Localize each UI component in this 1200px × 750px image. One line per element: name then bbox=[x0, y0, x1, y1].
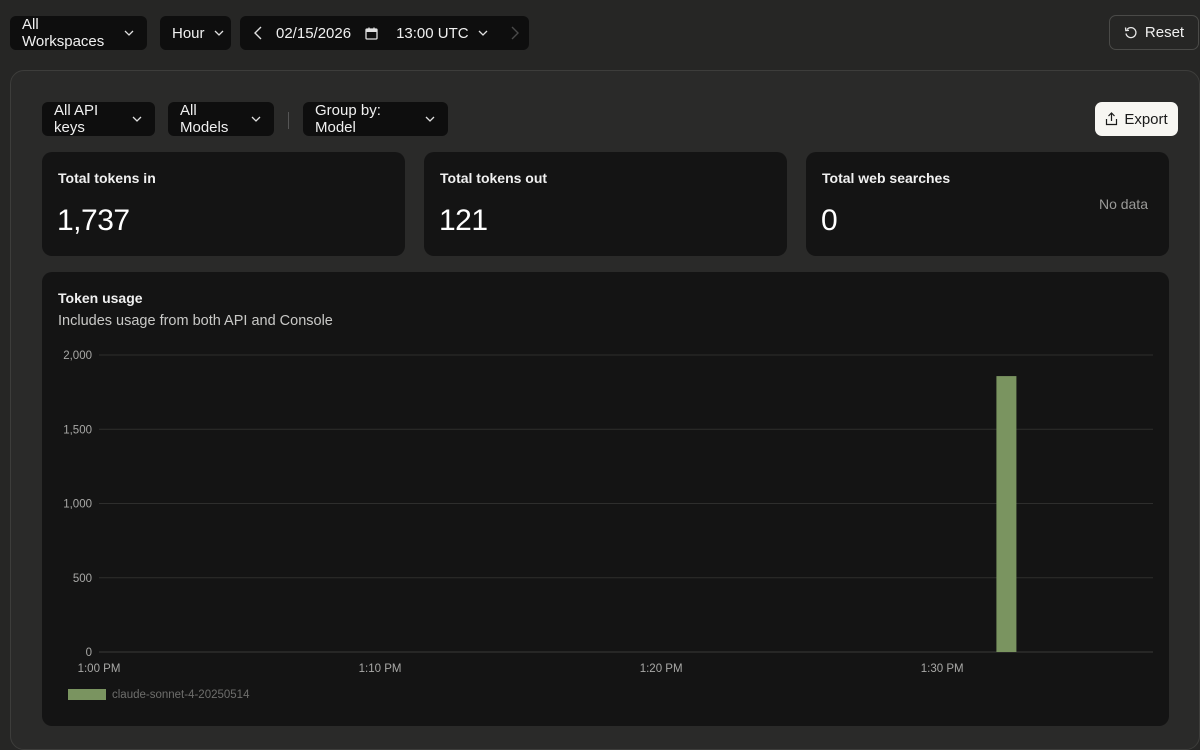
reset-button[interactable]: Reset bbox=[1109, 15, 1199, 50]
stat-card-title: Total web searches bbox=[822, 170, 951, 186]
reset-button-label: Reset bbox=[1144, 24, 1185, 41]
y-tick-label: 1,000 bbox=[63, 499, 92, 511]
date-range-picker: 02/15/2026 13:00 UTC bbox=[240, 16, 529, 50]
legend-swatch bbox=[68, 689, 106, 700]
y-tick-label: 1,500 bbox=[63, 424, 92, 436]
x-tick-label: 1:30 PM bbox=[921, 663, 964, 675]
chevron-down-icon bbox=[424, 113, 436, 125]
workspace-select[interactable]: All Workspaces bbox=[10, 16, 147, 50]
filter-divider bbox=[288, 112, 289, 129]
y-tick-label: 0 bbox=[86, 647, 92, 659]
x-tick-label: 1:20 PM bbox=[640, 663, 683, 675]
group-by-select[interactable]: Group by: Model bbox=[303, 102, 448, 136]
stat-card-value: 1,737 bbox=[57, 204, 130, 237]
legend-label: claude-sonnet-4-20250514 bbox=[112, 689, 250, 701]
chevron-down-icon bbox=[250, 113, 262, 125]
models-select-label: All Models bbox=[180, 102, 229, 136]
token-usage-chart-card: Token usage Includes usage from both API… bbox=[42, 272, 1169, 726]
chevron-down-icon bbox=[477, 27, 489, 39]
x-tick-label: 1:10 PM bbox=[359, 663, 402, 675]
stat-card-tokens-out: Total tokens out 121 bbox=[424, 152, 787, 256]
stat-card-value: 0 bbox=[821, 204, 838, 237]
previous-period-button[interactable] bbox=[240, 16, 276, 50]
group-by-select-label: Group by: Model bbox=[315, 102, 381, 136]
export-icon bbox=[1106, 112, 1118, 126]
next-period-button[interactable] bbox=[505, 16, 525, 50]
token-usage-chart: 2,000 1,500 1,000 500 0 1:00 PM 1:10 PM 1:20 PM… bbox=[63, 350, 1153, 701]
time-select-label: 13:00 UTC bbox=[396, 24, 469, 42]
stat-card-tokens-in: Total tokens in 1,737 bbox=[42, 152, 405, 256]
chevron-down-icon bbox=[123, 27, 135, 39]
y-tick-label: 2,000 bbox=[63, 350, 92, 362]
usage-panel: All API keys All Models Group by: Model … bbox=[10, 70, 1200, 750]
stat-card-web-searches: Total web searches 0 No data bbox=[806, 152, 1169, 256]
export-button[interactable]: Export bbox=[1095, 102, 1178, 136]
workspace-select-label: All Workspaces bbox=[22, 16, 105, 50]
stat-card-title: Total tokens in bbox=[58, 170, 156, 186]
reset-icon bbox=[1124, 26, 1137, 38]
chevron-left-icon bbox=[254, 26, 262, 40]
date-input[interactable]: 02/15/2026 bbox=[276, 25, 351, 42]
stat-card-value: 121 bbox=[439, 204, 488, 237]
api-keys-select-label: All API keys bbox=[54, 102, 99, 136]
chevron-down-icon bbox=[213, 27, 225, 39]
x-tick-label: 1:00 PM bbox=[78, 663, 121, 675]
models-select[interactable]: All Models bbox=[168, 102, 274, 136]
y-tick-label: 500 bbox=[73, 573, 92, 585]
top-toolbar: All Workspaces Hour 02/15/2026 13:00 UTC bbox=[0, 0, 1200, 66]
granularity-select[interactable]: Hour bbox=[160, 16, 231, 50]
api-keys-select[interactable]: All API keys bbox=[42, 102, 155, 136]
chevron-right-icon bbox=[511, 26, 519, 40]
chevron-down-icon bbox=[131, 113, 143, 125]
export-button-label: Export bbox=[1124, 110, 1168, 128]
stat-card-title: Total tokens out bbox=[440, 170, 548, 186]
bar bbox=[996, 376, 1017, 652]
calendar-icon[interactable] bbox=[365, 26, 379, 40]
time-select[interactable]: 13:00 UTC bbox=[396, 25, 489, 42]
granularity-select-label: Hour bbox=[172, 24, 205, 42]
no-data-label: No data bbox=[1098, 196, 1148, 212]
